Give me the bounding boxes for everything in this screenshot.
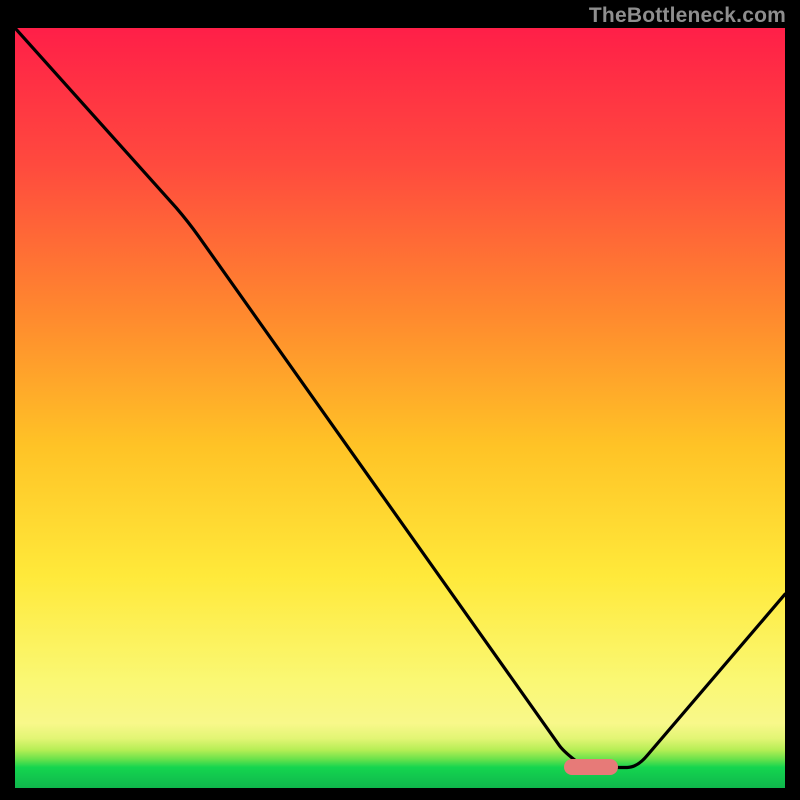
watermark-text: TheBottleneck.com [589, 4, 786, 28]
gradient-background [15, 28, 785, 788]
bottleneck-chart [15, 28, 785, 788]
optimal-range-marker [564, 759, 618, 775]
chart-frame [15, 28, 785, 788]
